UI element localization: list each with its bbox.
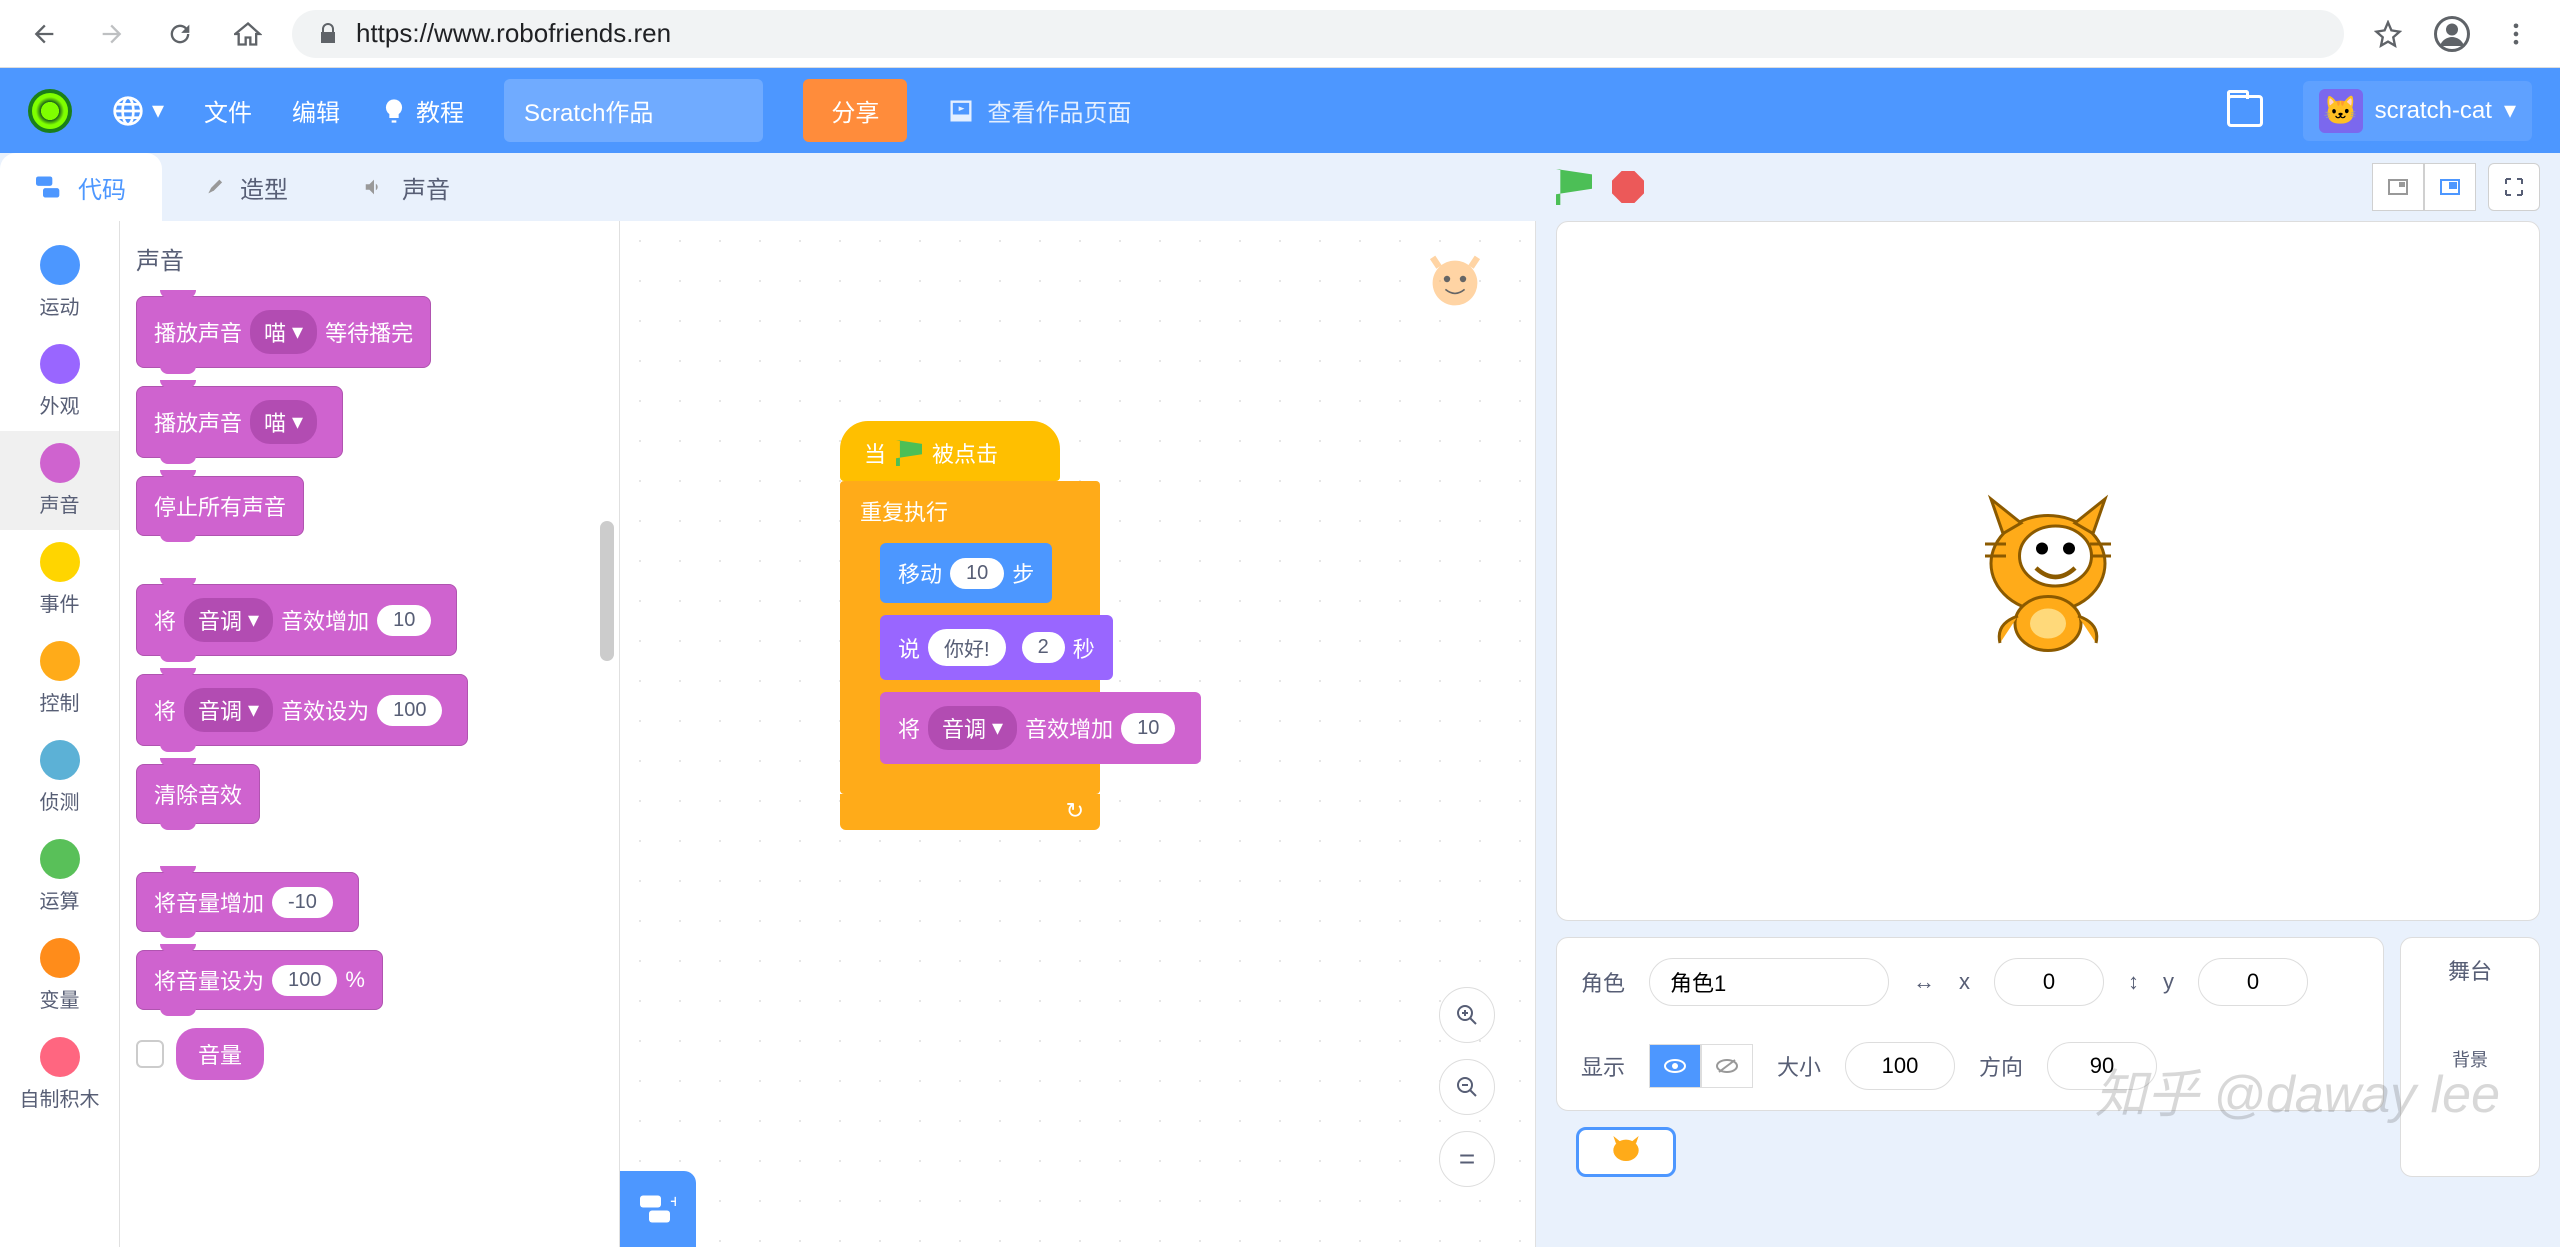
- category-operators[interactable]: 运算: [0, 827, 119, 926]
- category-sensing[interactable]: 侦测: [0, 728, 119, 827]
- category-control[interactable]: 控制: [0, 629, 119, 728]
- chevron-down-icon: ▾: [2504, 96, 2516, 125]
- block-change-effect[interactable]: 将音调 ▾音效增加10: [136, 584, 457, 656]
- fullscreen-button[interactable]: [2488, 163, 2540, 211]
- preview-icon: [947, 97, 975, 125]
- my-stuff-icon[interactable]: [2227, 95, 2263, 127]
- speaker-icon: [360, 176, 388, 198]
- block-palette: 声音 播放声音喵 ▾等待播完 播放声音喵 ▾ 停止所有声音 将音调 ▾音效增加1…: [120, 221, 620, 1247]
- edit-menu[interactable]: 编辑: [292, 93, 340, 128]
- sprite-size-input[interactable]: [1845, 1042, 1955, 1090]
- volume-checkbox[interactable]: [136, 1040, 164, 1068]
- svg-text:+: +: [670, 1195, 676, 1212]
- category-myblocks[interactable]: 自制积木: [0, 1025, 119, 1124]
- block-set-volume[interactable]: 将音量设为100%: [136, 950, 383, 1010]
- block-when-flag-clicked[interactable]: 当被点击: [840, 421, 1060, 481]
- tutorials-menu[interactable]: 教程: [380, 93, 464, 128]
- url-text: https://www.robofriends.ren: [356, 18, 671, 49]
- show-sprite-button[interactable]: [1649, 1044, 1701, 1088]
- block-forever[interactable]: 重复执行 移动10步 说你好!2秒 将音调 ▾音效增加10: [840, 481, 1100, 794]
- project-title-input[interactable]: Scratch作品: [504, 79, 763, 142]
- home-icon[interactable]: [234, 20, 262, 48]
- browser-chrome: https://www.robofriends.ren: [0, 0, 2560, 68]
- tab-sounds[interactable]: 声音: [324, 153, 486, 221]
- y-icon: ↕: [2128, 969, 2139, 995]
- block-set-effect[interactable]: 将音调 ▾音效设为100: [136, 674, 468, 746]
- hide-sprite-button[interactable]: [1701, 1044, 1753, 1088]
- block-play-until-done[interactable]: 播放声音喵 ▾等待播完: [136, 296, 431, 368]
- sprite-x-input[interactable]: [1994, 958, 2104, 1006]
- category-looks[interactable]: 外观: [0, 332, 119, 431]
- stage-small-button[interactable]: [2372, 163, 2424, 211]
- stop-button[interactable]: [1612, 171, 1644, 203]
- block-clear-effects[interactable]: 清除音效: [136, 764, 260, 824]
- block-volume-reporter[interactable]: 音量: [136, 1028, 603, 1080]
- stage-selector[interactable]: 舞台 背景: [2400, 937, 2540, 1177]
- palette-title: 声音: [136, 241, 603, 276]
- sprite-y-input[interactable]: [2198, 958, 2308, 1006]
- block-categories: 运动 外观 声音 事件 控制 侦测 运算 变量 自制积木: [0, 221, 120, 1247]
- globe-icon: [112, 95, 144, 127]
- sprite-direction-input[interactable]: [2047, 1042, 2157, 1090]
- block-say-for-secs[interactable]: 说你好!2秒: [880, 615, 1113, 680]
- menu-bar: ▾ 文件 编辑 教程 Scratch作品 分享 查看作品页面 🐱 scratch…: [0, 68, 2560, 153]
- sprite-item-1[interactable]: [1576, 1127, 1676, 1177]
- block-play-sound[interactable]: 播放声音喵 ▾: [136, 386, 343, 458]
- profile-icon[interactable]: [2434, 16, 2470, 52]
- url-bar[interactable]: https://www.robofriends.ren: [292, 10, 2344, 58]
- green-flag-button[interactable]: [1556, 169, 1592, 205]
- language-menu[interactable]: ▾: [112, 95, 164, 127]
- script-workspace[interactable]: 当被点击 重复执行 移动10步 说你好!2秒 将音调 ▾音效增加10 =: [620, 221, 1535, 1247]
- scratch-logo[interactable]: [28, 89, 72, 133]
- code-icon: [36, 176, 64, 198]
- menu-icon[interactable]: [2502, 20, 2530, 48]
- zoom-out-button[interactable]: [1439, 1059, 1495, 1115]
- block-change-pitch-effect[interactable]: 将音调 ▾音效增加10: [880, 692, 1201, 764]
- forward-icon[interactable]: [98, 20, 126, 48]
- category-sound[interactable]: 声音: [0, 431, 119, 530]
- palette-scrollbar[interactable]: [600, 521, 614, 661]
- block-forever-bottom[interactable]: [840, 794, 1100, 830]
- category-events[interactable]: 事件: [0, 530, 119, 629]
- extension-icon: +: [640, 1195, 676, 1223]
- view-project-page[interactable]: 查看作品页面: [947, 93, 1131, 128]
- user-menu[interactable]: 🐱 scratch-cat ▾: [2303, 81, 2532, 141]
- sprite-list: [1576, 1127, 2364, 1177]
- add-extension-button[interactable]: +: [620, 1171, 696, 1247]
- sprite-name-input[interactable]: [1649, 958, 1889, 1006]
- zoom-in-button[interactable]: [1439, 987, 1495, 1043]
- share-button[interactable]: 分享: [803, 79, 907, 142]
- category-variables[interactable]: 变量: [0, 926, 119, 1025]
- sprite-info-panel: 角色 ↔ x ↕ y 显示 大小: [1556, 937, 2384, 1111]
- stage[interactable]: [1556, 221, 2540, 921]
- category-motion[interactable]: 运动: [0, 233, 119, 332]
- zoom-reset-button[interactable]: =: [1439, 1131, 1495, 1187]
- flag-icon: [896, 440, 922, 466]
- tab-costumes[interactable]: 造型: [162, 153, 324, 221]
- stage-large-button[interactable]: [2424, 163, 2476, 211]
- sprite-scratch-cat[interactable]: [1958, 481, 2138, 661]
- xy-icon: ↔: [1913, 969, 1935, 995]
- editor-tabs: 代码 造型 声音: [0, 153, 1536, 221]
- sprite-watermark: [1415, 251, 1495, 331]
- tab-code[interactable]: 代码: [0, 153, 162, 221]
- reload-icon[interactable]: [166, 20, 194, 48]
- file-menu[interactable]: 文件: [204, 93, 252, 128]
- sprite-label: 角色: [1581, 966, 1625, 998]
- block-stop-all-sounds[interactable]: 停止所有声音: [136, 476, 304, 536]
- block-change-volume[interactable]: 将音量增加-10: [136, 872, 359, 932]
- block-move-steps[interactable]: 移动10步: [880, 543, 1052, 603]
- paintbrush-icon: [198, 176, 226, 198]
- lightbulb-icon: [380, 97, 408, 125]
- username: scratch-cat: [2375, 97, 2492, 125]
- back-icon[interactable]: [30, 20, 58, 48]
- script-stack[interactable]: 当被点击 重复执行 移动10步 说你好!2秒 将音调 ▾音效增加10: [840, 421, 1100, 830]
- lock-icon: [316, 22, 340, 46]
- chevron-down-icon: ▾: [152, 96, 164, 125]
- avatar: 🐱: [2319, 89, 2363, 133]
- star-icon[interactable]: [2374, 20, 2402, 48]
